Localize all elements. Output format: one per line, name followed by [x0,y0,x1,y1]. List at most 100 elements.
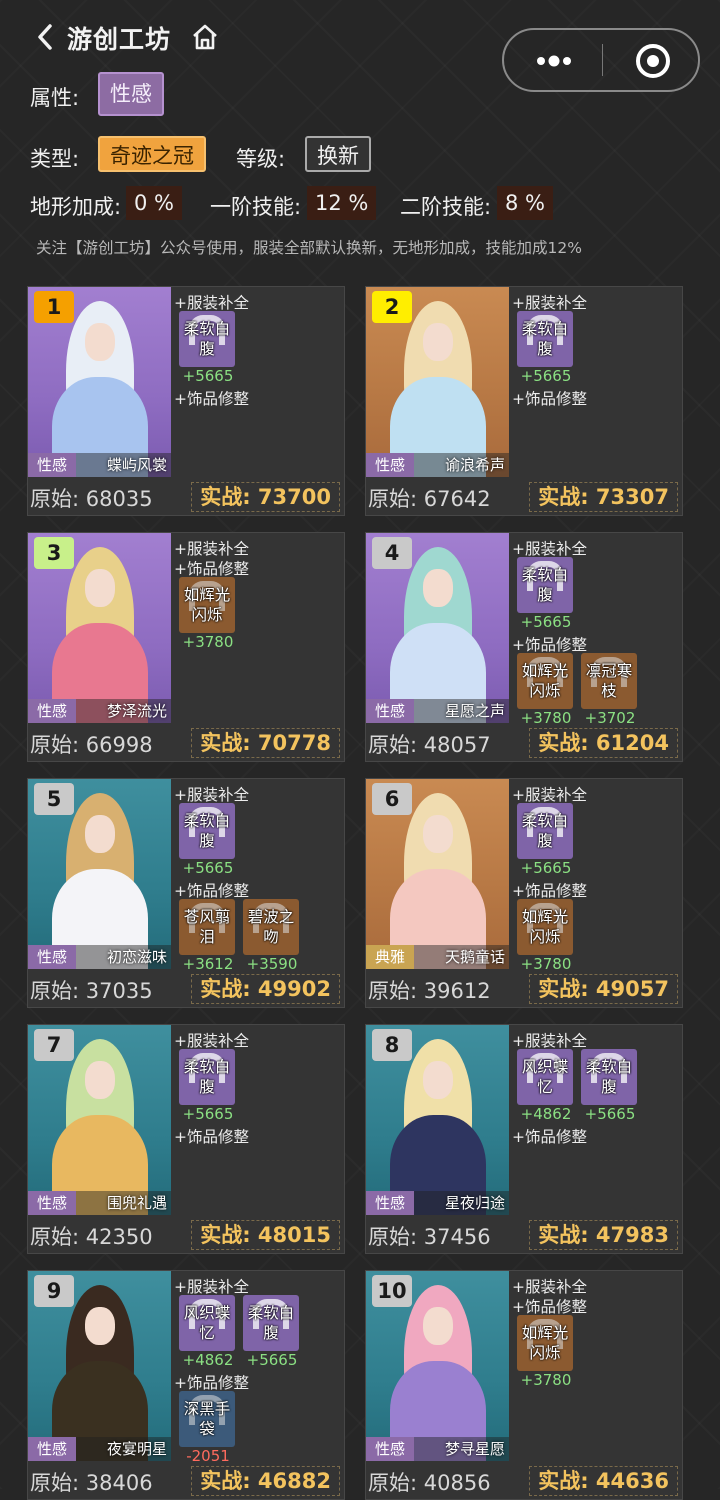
item-icon: 如辉光 闪烁 [517,653,573,709]
item-icon: 深黑手袋 [179,1391,235,1447]
item-name: 如辉光 闪烁 [521,908,569,946]
item-name: 凛冠寒枝 [585,662,633,700]
score-footer: 原始: 37035 实战: 49902 [28,971,344,1007]
outfit-name: 围兜礼遇 [106,1194,167,1212]
rank-badge: 1 [34,291,74,323]
accessory-trim-label: +饰品修整 [174,1128,249,1146]
skill2-label: 二阶技能: [400,195,492,219]
outfit-portrait: 1 性感 蝶屿风裳 [28,287,171,477]
clothing-fill-label: +服装补全 [174,294,249,312]
item-slot[interactable]: 柔软白腹 +5665 [179,803,237,877]
ranking-card[interactable]: 2 性感 谕浪希声 +服装补全 柔软白腹 +5665 +饰品修整 原始: 67642 实战: 7… [365,286,683,516]
item-slot[interactable]: 如辉光 闪烁 +3780 [179,577,237,651]
item-name: 柔软白腹 [183,1058,231,1096]
item-slot[interactable]: 风织蝶忆 +4862 [179,1295,237,1369]
item-icon: 柔软白腹 [179,1049,235,1105]
character-face [85,323,115,361]
accessory-trim-label: +饰品修整 [174,1374,249,1392]
clothing-fill-label: +服装补全 [512,1278,587,1296]
rank-badge: 5 [34,783,74,815]
item-icon: 柔软白腹 [581,1049,637,1105]
item-slot[interactable]: 深黑手袋 -2051 [179,1391,237,1465]
rank-badge: 9 [34,1275,74,1307]
actual-score: 实战: 49057 [529,974,678,1004]
type-chip[interactable]: 奇迹之冠 [98,136,206,172]
original-score: 原始: 37035 [30,979,153,1003]
item-name: 柔软白腹 [521,566,569,604]
item-icon: 苍风翦泪 [179,899,235,955]
rank-badge: 3 [34,537,74,569]
item-slot[interactable]: 如辉光 闪烁 +3780 [517,653,575,727]
outfit-portrait: 8 性感 星夜归途 [366,1025,509,1215]
item-slot[interactable]: 柔软白腹 +5665 [179,311,237,385]
item-icon: 碧波之吻 [243,899,299,955]
item-bonus: +5665 [182,1105,234,1123]
accessory-trim-label: +饰品修整 [174,390,249,408]
terrain-value[interactable]: 0 % [126,186,182,220]
portrait-caption: 性感 围兜礼遇 [28,1191,171,1215]
item-slot[interactable]: 柔软白腹 +5665 [581,1049,639,1123]
score-footer: 原始: 67642 实战: 73307 [366,479,682,515]
item-slot[interactable]: 风织蝶忆 +4862 [517,1049,575,1123]
close-target-icon[interactable] [634,42,672,80]
ranking-card[interactable]: 8 性感 星夜归途 +服装补全 风织蝶忆 +4862 柔软白腹 +5665 +饰品修整 原始: 3… [365,1024,683,1254]
original-score: 原始: 39612 [368,979,491,1003]
level-chip[interactable]: 换新 [305,136,371,172]
item-slot[interactable]: 如辉光 闪烁 +3780 [517,1315,575,1389]
item-name: 风织蝶忆 [521,1058,569,1096]
ranking-card[interactable]: 7 性感 围兜礼遇 +服装补全 柔软白腹 +5665 +饰品修整 原始: 42350 实战: 4… [27,1024,345,1254]
item-icon: 风织蝶忆 [179,1295,235,1351]
item-slot[interactable]: 如辉光 闪烁 +3780 [517,899,575,973]
ranking-card[interactable]: 1 性感 蝶屿风裳 +服装补全 柔软白腹 +5665 +饰品修整 原始: 68035 实战: 7… [27,286,345,516]
item-slot[interactable]: 柔软白腹 +5665 [517,311,575,385]
item-name: 如辉光 闪烁 [521,662,569,700]
original-score: 原始: 66998 [30,733,153,757]
character-face [423,815,453,853]
actual-score: 实战: 70778 [191,728,340,758]
ranking-card[interactable]: 10 性感 梦寻星愿 +服装补全 +饰品修整 如辉光 闪烁 +3780 原始: 40856 实战:… [365,1270,683,1500]
skill2-value[interactable]: 8 % [497,186,553,220]
clothing-fill-label: +服装补全 [512,540,587,558]
back-arrow-icon[interactable] [34,22,56,52]
ranking-card[interactable]: 4 性感 星愿之声 +服装补全 柔软白腹 +5665 +饰品修整 如辉光 闪烁 +3780 凛冠寒枝… [365,532,683,762]
attribute-chip[interactable]: 性感 [98,72,164,116]
item-slot[interactable]: 苍风翦泪 +3612 [179,899,237,973]
type-label: 类型: [30,147,80,171]
accessory-trim-label: +饰品修整 [512,1128,587,1146]
outfit-portrait: 6 典雅 天鹅童话 [366,779,509,969]
item-slot[interactable]: 柔软白腹 +5665 [517,557,575,631]
item-slot[interactable]: 柔软白腹 +5665 [517,803,575,877]
outfit-name: 天鹅童话 [444,948,505,966]
item-icon: 柔软白腹 [517,311,573,367]
category-tag: 性感 [28,699,76,723]
item-slot[interactable]: 柔软白腹 +5665 [243,1295,301,1369]
character-face [85,815,115,853]
item-slot[interactable]: 碧波之吻 +3590 [243,899,301,973]
ranking-card[interactable]: 3 性感 梦泽流光 +服装补全 +饰品修整 如辉光 闪烁 +3780 原始: 66998 实战: … [27,532,345,762]
more-options-icon[interactable] [532,46,576,76]
attribute-label: 属性: [30,86,80,110]
character-face [423,1307,453,1345]
item-slot[interactable]: 凛冠寒枝 +3702 [581,653,639,727]
outfit-portrait: 10 性感 梦寻星愿 [366,1271,509,1461]
score-footer: 原始: 38406 实战: 46882 [28,1463,344,1499]
category-tag: 性感 [28,453,76,477]
capsule-divider [602,44,603,76]
ranking-card[interactable]: 9 性感 夜宴明星 +服装补全 风织蝶忆 +4862 柔软白腹 +5665 +饰品修整 深黑手袋 -… [27,1270,345,1500]
skill1-value[interactable]: 12 % [307,186,377,220]
portrait-caption: 性感 梦寻星愿 [366,1437,509,1461]
clothing-fill-label: +服装补全 [512,786,587,804]
item-name: 柔软白腹 [521,812,569,850]
rank-badge: 2 [372,291,412,323]
category-tag: 性感 [366,1437,414,1461]
character-face [85,1307,115,1345]
item-slot[interactable]: 柔软白腹 +5665 [179,1049,237,1123]
rank-badge: 4 [372,537,412,569]
outfit-portrait: 2 性感 谕浪希声 [366,287,509,477]
outfit-name: 初恋滋味 [106,948,167,966]
portrait-caption: 典雅 天鹅童话 [366,945,509,969]
character-face [85,569,115,607]
ranking-card[interactable]: 5 性感 初恋滋味 +服装补全 柔软白腹 +5665 +饰品修整 苍风翦泪 +3612 碧波之吻 +… [27,778,345,1008]
home-icon[interactable] [190,22,220,52]
ranking-card[interactable]: 6 典雅 天鹅童话 +服装补全 柔软白腹 +5665 +饰品修整 如辉光 闪烁 +3780 原始: … [365,778,683,1008]
